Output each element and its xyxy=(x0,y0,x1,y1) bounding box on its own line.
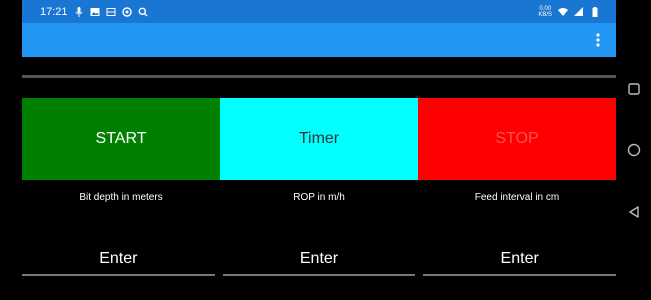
back-button[interactable] xyxy=(626,204,642,220)
status-left: 17:21 xyxy=(22,6,148,18)
signal-icon xyxy=(574,6,584,17)
more-vert-icon xyxy=(596,33,600,47)
field-labels: Bit depth in meters ROP in m/h Feed inte… xyxy=(22,192,616,203)
back-icon xyxy=(629,206,639,218)
search-icon xyxy=(138,7,148,17)
top-divider xyxy=(22,75,616,78)
status-bar: 17:21 0.00 KB/S xyxy=(22,0,616,23)
feed-interval-input[interactable] xyxy=(423,244,617,276)
status-right: 0.00 KB/S xyxy=(538,6,616,18)
home-icon xyxy=(627,143,641,157)
screen-record-icon xyxy=(106,7,116,17)
battery-icon xyxy=(590,6,600,17)
navigation-bar xyxy=(616,0,651,300)
overflow-menu-button[interactable] xyxy=(588,30,608,50)
bit-depth-label: Bit depth in meters xyxy=(79,192,163,203)
image-icon xyxy=(90,7,100,17)
net-speed-unit: KB/S xyxy=(538,11,552,18)
start-button[interactable]: START xyxy=(22,98,220,180)
mic-icon xyxy=(74,6,84,17)
input-fields xyxy=(22,244,617,296)
net-speed-value: 0.00 xyxy=(539,5,551,12)
status-time: 17:21 xyxy=(40,5,68,18)
stop-button[interactable]: STOP xyxy=(418,98,616,180)
rop-field-wrap xyxy=(222,244,416,296)
wifi-icon xyxy=(558,7,568,17)
rop-input[interactable] xyxy=(222,244,416,276)
vpn-icon xyxy=(121,6,132,17)
feed-interval-field-wrap xyxy=(423,244,617,296)
recents-button[interactable] xyxy=(626,81,642,97)
net-speed: 0.00 KB/S xyxy=(538,6,552,18)
control-buttons: START Timer STOP xyxy=(22,98,616,180)
rop-label: ROP in m/h xyxy=(293,192,345,203)
bit-depth-field-wrap xyxy=(22,244,215,296)
home-button[interactable] xyxy=(626,142,642,158)
app-bar xyxy=(22,23,616,57)
feed-interval-label: Feed interval in cm xyxy=(474,192,560,203)
bit-depth-input[interactable] xyxy=(22,244,215,276)
recents-icon xyxy=(628,83,640,95)
timer-button[interactable]: Timer xyxy=(220,98,418,180)
